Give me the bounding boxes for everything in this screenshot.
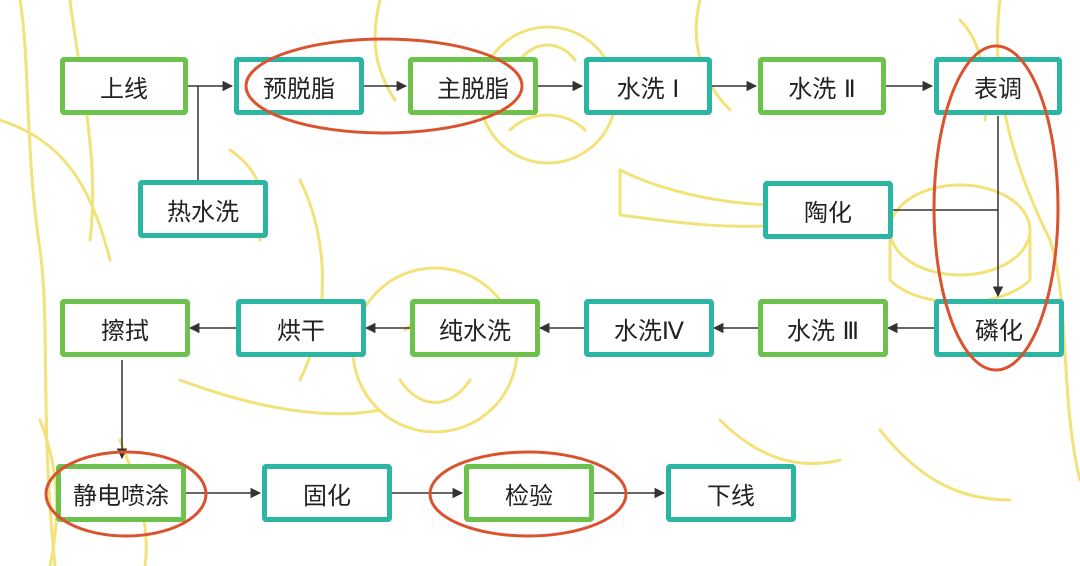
step-node-n02: 预脱脂 [234,57,364,115]
step-label: 水洗 Ⅲ [786,316,860,345]
step-node-n01: 上线 [60,57,188,115]
step-label: 上线 [100,74,148,103]
step-label: 擦拭 [101,316,149,345]
step-node-n04: 水洗 Ⅰ [584,57,712,115]
step-node-n07: 热水洗 [138,180,268,238]
step-node-n06: 表调 [934,57,1062,115]
process-flow-diagram: 上线 预脱脂 主脱脂 水洗 Ⅰ 水洗 Ⅱ 表调 热水洗 陶化 擦拭 烘干 纯水洗… [0,0,1080,566]
step-label: 表调 [974,74,1022,103]
step-node-n13: 水洗 Ⅲ [758,299,888,357]
step-node-n09: 擦拭 [60,299,190,357]
step-label: 磷化 [975,316,1023,345]
step-label: 热水洗 [167,197,239,226]
step-label: 烘干 [277,316,325,345]
step-label: 纯水洗 [439,316,511,345]
step-label: 检验 [505,481,553,510]
step-label: 水洗 Ⅱ [788,74,856,103]
step-node-n08: 陶化 [763,181,893,239]
step-label: 水洗 Ⅰ [616,74,680,103]
step-label: 下线 [707,481,755,510]
step-label: 固化 [303,481,351,510]
step-label: 预脱脂 [263,74,335,103]
step-node-n18: 下线 [666,464,796,522]
step-node-n15: 静电喷涂 [56,464,186,522]
step-label: 水洗Ⅳ [613,316,685,345]
step-node-n03: 主脱脂 [408,57,538,115]
step-node-n16: 固化 [262,464,392,522]
step-label: 主脱脂 [437,74,509,103]
step-label: 陶化 [804,198,852,227]
step-node-n05: 水洗 Ⅱ [758,57,886,115]
step-node-n14: 磷化 [934,299,1064,357]
step-node-n17: 检验 [464,464,594,522]
step-node-n12: 水洗Ⅳ [584,299,714,357]
step-node-n11: 纯水洗 [410,299,540,357]
step-label: 静电喷涂 [73,481,169,510]
step-node-n10: 烘干 [236,299,366,357]
